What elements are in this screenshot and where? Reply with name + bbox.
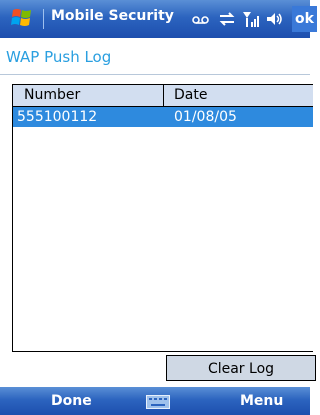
menu-softkey[interactable]: Menu	[240, 393, 283, 409]
signal-icon[interactable]	[242, 10, 262, 28]
title-divider	[43, 9, 44, 29]
column-separator[interactable]	[163, 85, 164, 106]
start-flag-icon[interactable]	[10, 7, 34, 31]
push-log-list[interactable]: Number Date 555100112 01/08/05	[12, 84, 313, 352]
title-bar: Mobile Security ok	[0, 0, 317, 38]
speaker-icon[interactable]	[265, 10, 285, 28]
ok-button[interactable]: ok	[292, 6, 317, 32]
app-title: Mobile Security	[51, 8, 174, 24]
cell-number: 555100112	[17, 109, 98, 125]
clear-log-button[interactable]: Clear Log	[166, 355, 316, 381]
sync-icon[interactable]	[217, 10, 237, 28]
column-header-number[interactable]: Number	[24, 87, 80, 103]
list-header: Number Date	[13, 85, 313, 106]
keyboard-icon[interactable]	[146, 394, 170, 409]
done-softkey[interactable]: Done	[51, 393, 92, 409]
softkey-bar: Done Menu	[0, 387, 310, 415]
title-divider-line	[0, 74, 310, 75]
voicemail-icon[interactable]	[191, 10, 211, 28]
cell-date: 01/08/05	[174, 109, 237, 125]
column-header-date[interactable]: Date	[174, 87, 207, 103]
list-item[interactable]: 555100112 01/08/05	[13, 107, 313, 127]
page-title: WAP Push Log	[6, 48, 112, 66]
